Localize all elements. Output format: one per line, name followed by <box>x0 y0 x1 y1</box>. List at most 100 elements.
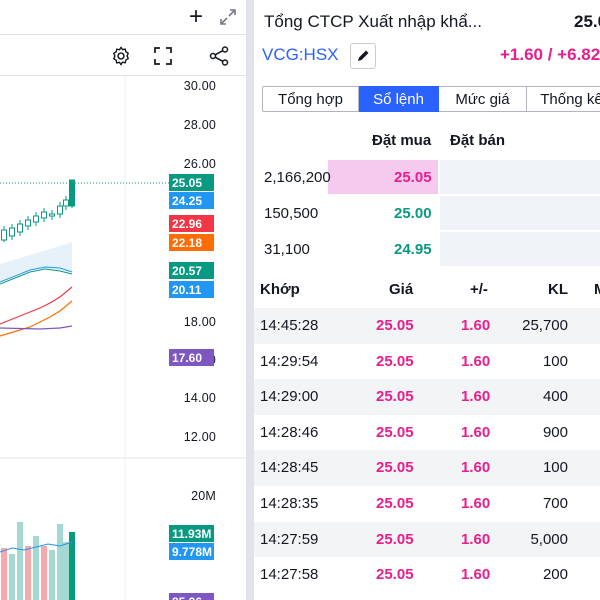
trade-row[interactable]: 14:28:45 25.05 1.60 100 <box>254 450 600 486</box>
header-price: Giá <box>389 281 414 298</box>
add-chart-button[interactable]: + <box>184 3 208 30</box>
header-time: Khớp <box>260 281 300 298</box>
last-price: 25.0 <box>574 12 600 31</box>
header-volume: KL <box>548 281 568 298</box>
candle-body <box>17 223 23 233</box>
price-change: +1.60 / +6.82 <box>500 45 600 64</box>
orderbook-row[interactable]: 150,500 25.00 <box>254 196 600 230</box>
header-extra: M <box>594 281 600 298</box>
price-tag: 20.57 <box>169 262 214 279</box>
bid-price: 25.00 <box>394 205 432 222</box>
trade-time: 14:28:46 <box>260 423 319 441</box>
candle-body <box>33 215 39 223</box>
trade-change: 1.60 <box>461 388 491 406</box>
trade-price: 25.05 <box>376 459 414 477</box>
candles <box>1 179 75 242</box>
orderbook-buy-header: Đặt mua <box>372 132 432 149</box>
tab-so-lenh[interactable]: Sổ lệnh <box>359 86 439 112</box>
volume-bar <box>33 536 39 600</box>
trade-time: 14:27:58 <box>260 566 319 584</box>
trade-row[interactable]: 14:27:59 25.05 1.60 5,000 <box>254 521 600 558</box>
candle-body <box>41 211 47 219</box>
header-change: +/- <box>470 281 488 298</box>
trade-volume: 200 <box>542 566 568 584</box>
trade-time: 14:29:54 <box>260 352 319 370</box>
volume-bar <box>57 524 63 600</box>
price-tag: 11.93M <box>169 525 214 542</box>
sell-cell <box>440 232 600 266</box>
candle-body <box>49 213 55 217</box>
trade-row[interactable]: 14:45:28 25.05 1.60 25,700 <box>254 308 600 344</box>
trade-change: 1.60 <box>461 566 491 584</box>
trade-change: 1.60 <box>461 423 491 441</box>
trades-header: Khớp Giá +/- KL M <box>254 272 600 306</box>
chart-window-bar: + <box>0 0 246 34</box>
orderbook-row[interactable]: 2,166,200 25.05 <box>254 160 600 194</box>
trade-volume: 900 <box>542 423 568 441</box>
bid-volume: 150,500 <box>264 205 319 222</box>
chart-panel[interactable]: + 30.0028.0026.0018.0016.0014.0012.0020M… <box>0 0 246 600</box>
trade-change: 1.60 <box>461 530 491 548</box>
edit-symbol-button[interactable] <box>350 43 376 69</box>
tab-muc-gia[interactable]: Mức giá <box>439 86 527 112</box>
trade-row[interactable]: 14:28:46 25.05 1.60 900 <box>254 415 600 451</box>
price-chart[interactable] <box>0 76 246 600</box>
trade-change: 1.60 <box>461 459 491 477</box>
candle-body <box>63 199 69 207</box>
candle-body <box>57 205 63 215</box>
price-axis-label: 26.00 <box>183 157 216 171</box>
trade-volume: 25,700 <box>522 317 568 334</box>
ma-line-purple <box>0 325 73 330</box>
trade-time: 14:45:28 <box>260 317 319 334</box>
trade-change: 1.60 <box>461 352 491 370</box>
trade-time: 14:28:45 <box>260 459 319 477</box>
settings-gear-icon[interactable] <box>108 43 134 69</box>
trade-volume: 700 <box>542 495 568 512</box>
volume-bars <box>1 522 75 600</box>
price-tag: 25.05 <box>169 174 214 191</box>
trade-change: 1.60 <box>461 495 491 512</box>
bid-price: 24.95 <box>394 241 432 258</box>
trade-price: 25.05 <box>376 388 414 406</box>
trade-row[interactable]: 14:29:00 25.05 1.60 400 <box>254 379 600 415</box>
trade-price: 25.05 <box>376 352 414 370</box>
fullscreen-icon[interactable] <box>150 43 176 69</box>
trade-row[interactable]: 14:29:54 25.05 1.60 100 <box>254 344 600 380</box>
tab-bar: Tổng hợp Sổ lệnh Mức giá Thống kê <box>262 86 600 112</box>
tab-tong-hop[interactable]: Tổng hợp <box>262 86 359 112</box>
trade-volume: 400 <box>542 388 568 406</box>
trade-time: 14:29:00 <box>260 388 319 406</box>
trade-volume: 100 <box>542 459 568 477</box>
volume-bar <box>63 542 69 600</box>
trade-price: 25.05 <box>376 495 414 512</box>
trade-time: 14:27:59 <box>260 530 319 548</box>
trade-row[interactable]: 14:27:58 25.05 1.60 200 <box>254 557 600 593</box>
trade-price: 25.05 <box>376 530 414 548</box>
candle-body <box>1 229 7 241</box>
price-tag: 24.25 <box>169 192 214 209</box>
bid-price: 25.05 <box>394 169 432 186</box>
tab-thong-ke[interactable]: Thống kê <box>527 86 600 112</box>
volume-bar <box>25 546 31 600</box>
bid-volume: 2,166,200 <box>264 169 331 186</box>
ticker-symbol[interactable]: VCG:HSX <box>262 45 339 65</box>
panel-splitter[interactable] <box>246 0 254 600</box>
trade-volume: 5,000 <box>530 530 568 548</box>
expand-icon[interactable] <box>216 6 240 28</box>
price-axis-label: 14.00 <box>183 391 216 405</box>
price-axis-label: 28.00 <box>183 118 216 132</box>
trade-row[interactable]: 14:28:35 25.05 1.60 700 <box>254 486 600 522</box>
volume-bar <box>17 522 23 600</box>
price-axis-label: 18.00 <box>183 315 216 329</box>
orderbook-sell-header: Đặt bán <box>450 132 506 149</box>
price-tag: 17.60 <box>169 349 214 366</box>
candle-body <box>9 227 15 237</box>
bid-volume: 31,100 <box>264 241 310 258</box>
price-axis-label: 12.00 <box>183 430 216 444</box>
orderbook-row[interactable]: 31,100 24.95 <box>254 232 600 266</box>
volume-bar <box>49 550 55 600</box>
share-icon[interactable] <box>206 43 232 69</box>
trade-price: 25.05 <box>376 423 414 441</box>
sell-cell <box>440 196 600 230</box>
trade-price: 25.05 <box>376 566 414 584</box>
